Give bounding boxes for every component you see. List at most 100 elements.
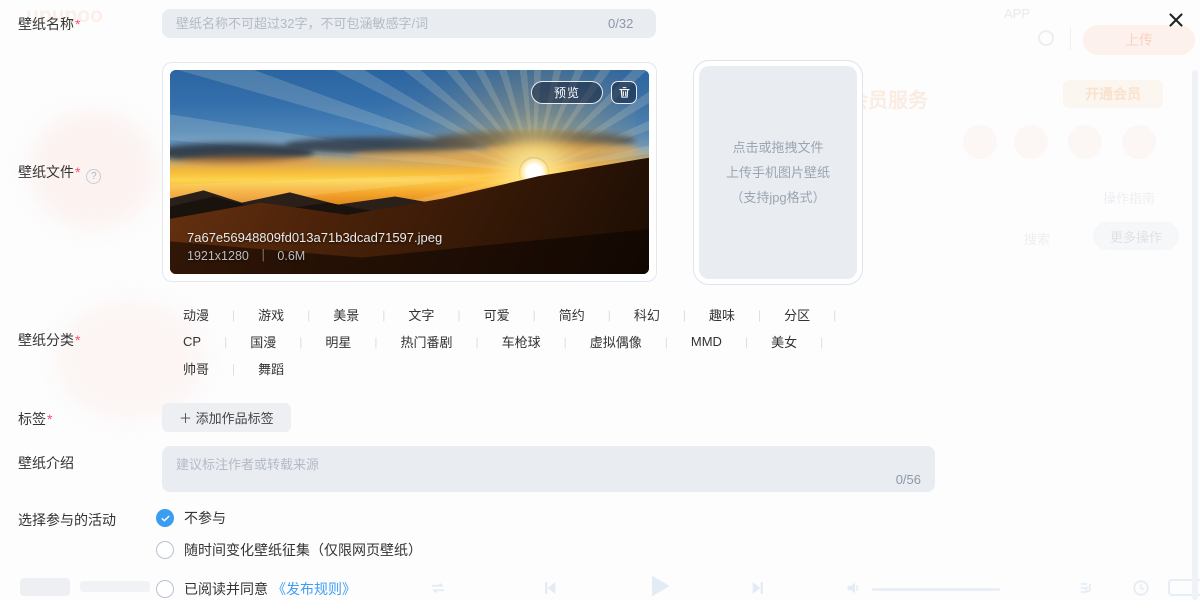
category-separator: | bbox=[664, 334, 668, 349]
category-item[interactable]: 科幻 bbox=[634, 305, 660, 324]
category-separator: | bbox=[232, 361, 236, 376]
intro-textarea[interactable] bbox=[162, 446, 935, 476]
wallpaper-image: 预览 7a67e56948809fd013a71b3dcad71597.jpeg… bbox=[170, 70, 649, 274]
delete-button[interactable] bbox=[611, 81, 637, 104]
category-item[interactable]: 舞蹈 bbox=[258, 359, 284, 378]
category-separator: | bbox=[820, 334, 824, 349]
name-label: 壁纸名称* bbox=[18, 16, 81, 32]
more-button-ghost: 更多操作 bbox=[1093, 222, 1179, 250]
category-separator: | bbox=[758, 307, 762, 322]
required-mark: * bbox=[75, 16, 81, 32]
radio-checked-icon[interactable] bbox=[156, 509, 174, 527]
preview-button[interactable]: 预览 bbox=[531, 81, 603, 104]
category-separator: | bbox=[374, 334, 378, 349]
photo-cloud bbox=[486, 143, 640, 156]
category-separator: | bbox=[532, 307, 536, 322]
publish-rules-link[interactable]: 《发布规则》 bbox=[272, 579, 356, 599]
category-separator: | bbox=[382, 307, 386, 322]
photo-cloud bbox=[179, 155, 324, 166]
intro-label: 壁纸介绍 bbox=[18, 455, 74, 471]
play-icon bbox=[652, 575, 670, 597]
category-item[interactable]: 简约 bbox=[559, 305, 585, 324]
ghost-block bbox=[80, 581, 150, 592]
trash-icon bbox=[618, 87, 630, 98]
category-item[interactable]: 可爱 bbox=[484, 305, 510, 324]
search-icon-ghost bbox=[1038, 30, 1054, 46]
category-item[interactable]: 动漫 bbox=[183, 305, 209, 324]
activity-option-none[interactable]: 不参与 bbox=[156, 508, 226, 528]
wallpaper-preview-card: 预览 7a67e56948809fd013a71b3dcad71597.jpeg… bbox=[162, 62, 657, 282]
category-item[interactable]: 趣味 bbox=[709, 305, 735, 324]
activity-option-label: 不参与 bbox=[184, 510, 226, 526]
dropzone-line: （支持jpg格式） bbox=[730, 190, 826, 205]
category-separator: | bbox=[232, 307, 236, 322]
category-separator: | bbox=[475, 334, 479, 349]
category-separator: | bbox=[457, 307, 461, 322]
category-list: 动漫 | 游戏 | 美景 | 文字 | 可爱 | 简约 | 科幻 | 趣味 | 分区 | CP | … bbox=[183, 301, 943, 382]
category-separator: | bbox=[299, 334, 303, 349]
app-badge-ghost: APP bbox=[1004, 6, 1031, 21]
category-separator: | bbox=[563, 334, 567, 349]
mobile-upload-dropzone[interactable]: 点击或拖拽文件 上传手机图片壁纸 （支持jpg格式） bbox=[693, 60, 863, 285]
category-label: 壁纸分类* bbox=[18, 332, 81, 348]
guide-ghost: 操作指南 bbox=[1103, 191, 1156, 206]
previous-track-icon bbox=[545, 582, 556, 594]
vip-icon-ghost bbox=[1014, 125, 1048, 159]
category-item[interactable]: 文字 bbox=[408, 305, 434, 324]
volume-icon bbox=[847, 582, 859, 594]
category-item[interactable]: MMD bbox=[691, 334, 722, 349]
category-row: 动漫 | 游戏 | 美景 | 文字 | 可爱 | 简约 | 科幻 | 趣味 | 分区 | bbox=[183, 301, 943, 328]
next-track-icon bbox=[752, 582, 763, 594]
category-item[interactable]: 游戏 bbox=[258, 305, 284, 324]
category-separator: | bbox=[224, 334, 228, 349]
category-item[interactable]: 国漫 bbox=[250, 332, 276, 351]
name-counter: 0/32 bbox=[608, 16, 634, 31]
radio-unchecked-icon[interactable] bbox=[156, 541, 174, 559]
category-item[interactable]: 车枪球 bbox=[502, 332, 541, 351]
required-mark: * bbox=[75, 164, 81, 180]
intro-counter: 0/56 bbox=[895, 472, 921, 487]
file-label: 壁纸文件*? bbox=[18, 162, 102, 184]
file-meta: 1921x1280 ｜ 0.6M bbox=[187, 245, 305, 264]
category-row: 帅哥 | 舞蹈 bbox=[183, 355, 943, 382]
vip-icon-ghost bbox=[1122, 125, 1156, 159]
dropzone-line: 点击或拖拽文件 bbox=[732, 140, 824, 155]
category-item[interactable]: 明星 bbox=[325, 332, 351, 351]
help-icon[interactable]: ? bbox=[86, 169, 102, 184]
category-row: CP | 国漫 | 明星 | 热门番剧 | 车枪球 | 虚拟偶像 | MMD | 美女 | bbox=[183, 328, 943, 355]
category-item[interactable]: 热门番剧 bbox=[400, 332, 452, 351]
vip-button-ghost: 开通会员 bbox=[1063, 80, 1163, 108]
vip-icon-ghost bbox=[963, 125, 997, 159]
dropzone-line: 上传手机图片壁纸 bbox=[725, 165, 830, 180]
close-icon[interactable] bbox=[1163, 7, 1189, 33]
category-item[interactable]: CP bbox=[183, 334, 201, 349]
name-input[interactable] bbox=[162, 9, 656, 38]
agreement-row[interactable]: 已阅读并同意 《发布规则》 bbox=[156, 579, 356, 599]
category-separator: | bbox=[833, 307, 837, 322]
required-mark: * bbox=[47, 411, 53, 427]
category-item[interactable]: 虚拟偶像 bbox=[590, 332, 642, 351]
check-icon bbox=[161, 515, 169, 522]
category-item[interactable]: 帅哥 bbox=[183, 359, 209, 378]
playlist-icon bbox=[1080, 583, 1091, 593]
activity-label: 选择参与的活动 bbox=[18, 512, 116, 528]
file-name: 7a67e56948809fd013a71b3dcad71597.jpeg bbox=[187, 230, 443, 245]
ghost-block bbox=[20, 578, 70, 596]
loop-icon bbox=[432, 582, 444, 594]
intro-field: 0/56 bbox=[162, 446, 935, 492]
category-separator: | bbox=[682, 307, 686, 322]
meta-divider: ｜ bbox=[256, 249, 270, 263]
category-item[interactable]: 美女 bbox=[771, 332, 797, 351]
scrollbar[interactable] bbox=[1192, 70, 1198, 600]
divider-ghost bbox=[1070, 28, 1071, 50]
vip-icon-ghost bbox=[1068, 125, 1102, 159]
activity-option-label: 随时间变化壁纸征集（仅限网页壁纸） bbox=[184, 542, 422, 558]
category-item[interactable]: 分区 bbox=[784, 305, 810, 324]
clock-icon bbox=[1133, 580, 1149, 596]
activity-option-timed[interactable]: 随时间变化壁纸征集（仅限网页壁纸） bbox=[156, 540, 422, 560]
category-separator: | bbox=[744, 334, 749, 349]
agreement-unchecked-icon[interactable] bbox=[156, 580, 174, 598]
required-mark: * bbox=[75, 332, 81, 348]
add-tag-button[interactable]: ＋ 添加作品标签 bbox=[162, 403, 291, 432]
category-item[interactable]: 美景 bbox=[333, 305, 359, 324]
